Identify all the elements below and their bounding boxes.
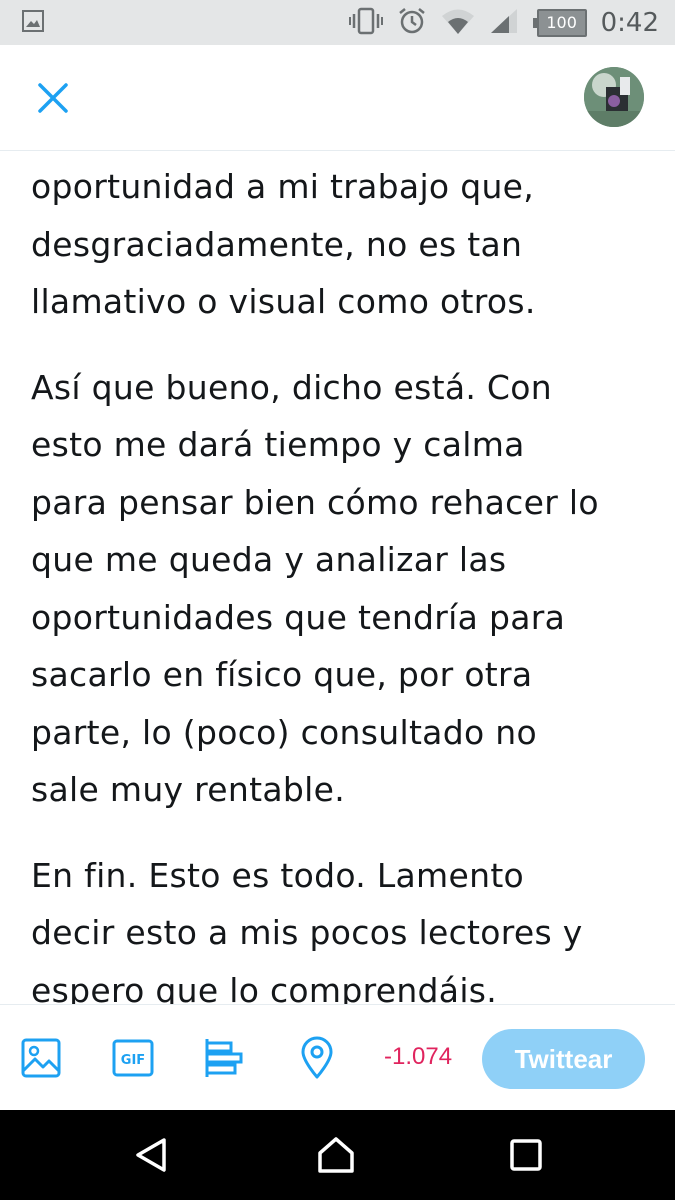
text-line: sacarlo en físico que, por otra bbox=[31, 655, 533, 694]
paragraph: oportunidad a mi trabajo que, desgraciad… bbox=[31, 158, 656, 331]
vibrate-icon bbox=[348, 7, 383, 39]
image-icon bbox=[21, 1038, 61, 1078]
text-line: parte, lo (poco) consultado no bbox=[31, 712, 537, 752]
add-image-button[interactable] bbox=[18, 1035, 64, 1081]
text-line: espero que lo comprendáis. bbox=[31, 970, 498, 1005]
battery-icon: 100 bbox=[532, 8, 587, 37]
recents-icon bbox=[510, 1139, 542, 1171]
tweet-text[interactable]: oportunidad a mi trabajo que, desgraciad… bbox=[31, 158, 656, 1004]
svg-text:GIF: GIF bbox=[121, 1053, 145, 1068]
tweet-button[interactable]: Twittear bbox=[482, 1029, 645, 1089]
compose-header bbox=[0, 45, 675, 151]
paragraph: En fin. Esto es todo. Lamento decir esto… bbox=[31, 847, 656, 1005]
tweet-composer[interactable]: oportunidad a mi trabajo que, desgraciad… bbox=[0, 151, 675, 1004]
add-poll-button[interactable] bbox=[202, 1035, 248, 1081]
recents-button[interactable] bbox=[506, 1135, 546, 1175]
text-line: esto me dará tiempo y calma bbox=[31, 425, 525, 464]
character-count: -1.074 bbox=[384, 1043, 453, 1070]
system-nav-bar bbox=[0, 1110, 675, 1200]
text-line: que me queda y analizar las bbox=[31, 540, 507, 579]
status-time: 0:42 bbox=[600, 7, 659, 38]
signal-icon bbox=[489, 7, 519, 39]
wifi-icon bbox=[441, 7, 475, 39]
close-button[interactable] bbox=[30, 75, 76, 121]
text-line: oportunidad a mi trabajo que, bbox=[31, 167, 535, 206]
close-icon bbox=[38, 83, 68, 113]
compose-toolbar: GIF -1.074 Twittear bbox=[0, 1004, 675, 1111]
image-notification-icon bbox=[22, 10, 44, 36]
add-gif-button[interactable]: GIF bbox=[110, 1035, 156, 1081]
text-line: sale muy rentable. bbox=[31, 770, 345, 809]
paragraph: Así que bueno, dicho está. Con esto me d… bbox=[31, 359, 656, 819]
battery-level: 100 bbox=[536, 8, 587, 37]
text-line: desgraciadamente, no es tan bbox=[31, 224, 523, 264]
text-line: decir esto a mis pocos lectores y bbox=[31, 913, 583, 952]
alarm-icon bbox=[397, 6, 427, 40]
home-icon bbox=[318, 1137, 354, 1173]
back-icon bbox=[136, 1138, 166, 1172]
home-button[interactable] bbox=[316, 1135, 356, 1175]
location-icon bbox=[301, 1036, 333, 1079]
gif-icon: GIF bbox=[112, 1039, 154, 1077]
poll-icon bbox=[205, 1039, 243, 1077]
text-line: En fin. Esto es todo. Lamento bbox=[31, 855, 525, 895]
text-line: oportunidades que tendría para bbox=[31, 597, 566, 637]
status-bar: 100 0:42 bbox=[0, 0, 675, 45]
text-line: Así que bueno, dicho está. Con bbox=[31, 367, 552, 407]
user-avatar[interactable] bbox=[584, 67, 644, 127]
text-line: para pensar bien cómo rehacer lo bbox=[31, 482, 599, 522]
add-location-button[interactable] bbox=[294, 1035, 340, 1081]
text-line: llamativo o visual como otros. bbox=[31, 282, 536, 321]
back-button[interactable] bbox=[131, 1135, 171, 1175]
